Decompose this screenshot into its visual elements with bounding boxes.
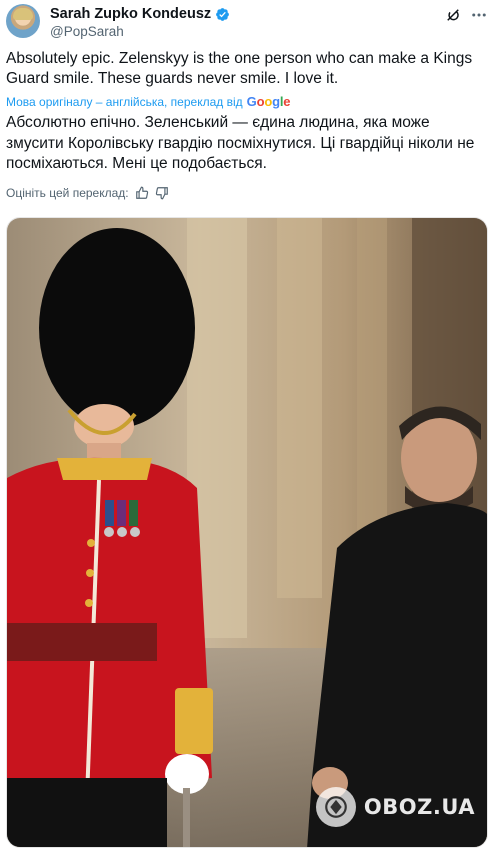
rate-translation: Оцініть цей переклад: (6, 186, 169, 200)
translation-note[interactable]: Мова оригіналу – англійська, переклад ві… (6, 94, 290, 109)
watermark-text: OBOZ.UA (363, 795, 475, 819)
translation-note-text[interactable]: Мова оригіналу – англійська, переклад ві… (6, 95, 243, 109)
tweet-photo[interactable]: OBOZ.UA (6, 217, 488, 848)
grok-icon[interactable] (444, 6, 462, 24)
watermark-logo-icon (315, 787, 356, 827)
rate-translation-label: Оцініть цей переклад: (6, 186, 129, 200)
tweet-text: Absolutely epic. Zelenskyy is the one pe… (6, 50, 473, 87)
google-logo: Google (246, 94, 291, 109)
photo-illustration (7, 218, 487, 847)
thumbs-down-icon[interactable] (155, 186, 169, 200)
tweet-header: Sarah Zupko Kondeusz @PopSarah (6, 4, 488, 40)
author-name-row[interactable]: Sarah Zupko Kondeusz (50, 6, 230, 22)
translated-text: Абсолютно епічно. Зеленський — єдина люд… (6, 114, 475, 172)
more-options-icon[interactable] (470, 6, 488, 24)
avatar[interactable] (6, 4, 40, 38)
verified-badge-icon (216, 7, 230, 21)
author-display-name[interactable]: Sarah Zupko Kondeusz (50, 6, 211, 22)
author-handle[interactable]: @PopSarah (50, 24, 124, 39)
watermark: OBOZ.UA (315, 787, 475, 827)
thumbs-up-icon[interactable] (135, 186, 149, 200)
